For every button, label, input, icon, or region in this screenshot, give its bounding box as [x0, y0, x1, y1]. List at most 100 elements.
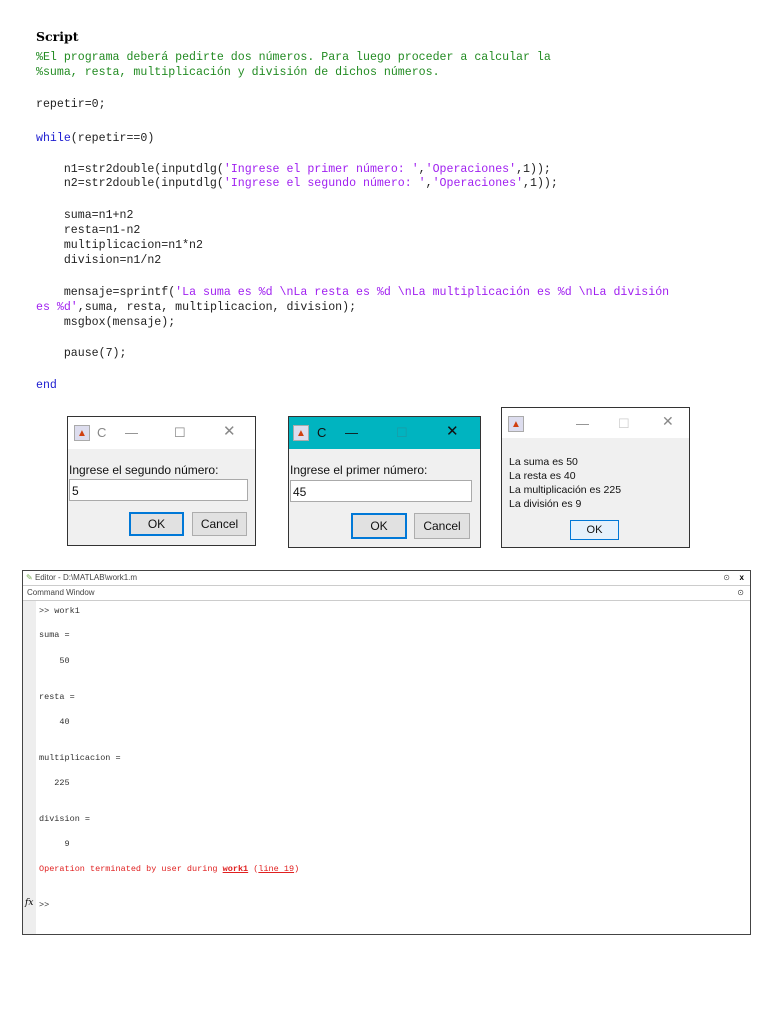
code-token: 'Ingrese el primer número: ' — [223, 163, 419, 176]
code-line: es %d',suma, resta, multiplicacion, divi… — [36, 301, 356, 314]
code-token: suma=n1+n2 — [36, 209, 134, 222]
title-bar[interactable]: ▲ C — ☐ ✕ — [68, 417, 255, 449]
code-token: msgbox(mensaje); — [36, 316, 176, 329]
code-line: division=n1/n2 — [36, 254, 161, 267]
result-line: La división es 9 — [509, 498, 582, 510]
code-line: while(repetir==0) — [36, 132, 154, 145]
code-token: division=n1/n2 — [36, 254, 162, 267]
code-token: resta=n1-n2 — [36, 224, 141, 237]
minimize-icon[interactable]: — — [576, 416, 589, 431]
message-box: ▲ — ☐ ✕ La suma es 50 La resta es 40 La … — [501, 407, 690, 548]
code-token: n1=str2double(inputdlg( — [36, 163, 224, 176]
ok-button[interactable]: OK — [351, 513, 407, 539]
code-line: %El programa deberá pedirte dos números.… — [36, 51, 551, 64]
prompt-label: Ingrese el segundo número: — [69, 463, 219, 477]
code-token: multiplicacion=n1*n2 — [36, 239, 203, 252]
matlab-icon: ▲ — [508, 416, 524, 432]
close-button[interactable]: x — [740, 571, 744, 585]
maximize-icon[interactable]: ☐ — [174, 425, 186, 441]
code-line: mensaje=sprintf('La suma es %d \nLa rest… — [36, 286, 669, 299]
panel-title: Command Window — [27, 588, 95, 597]
output-line: 9 — [39, 839, 70, 849]
input-dialog-second: ▲ C — ☐ ✕ Ingrese el segundo número: 5 O… — [67, 416, 256, 546]
fx-icon[interactable]: fx — [25, 898, 33, 908]
heading: Script — [36, 29, 79, 44]
output-line: 40 — [39, 717, 70, 727]
code-token: %suma, resta, multiplicación y división … — [36, 66, 440, 79]
code-line: %suma, resta, multiplicación y división … — [36, 66, 440, 79]
input-dialog-first: ▲ C — ☐ ✕ Ingrese el primer número: 45 O… — [288, 416, 481, 548]
code-token: while — [36, 132, 71, 145]
gutter — [23, 601, 36, 934]
code-line: n2=str2double(inputdlg('Ingrese el segun… — [36, 177, 558, 190]
code-token: 'La suma es %d \nLa resta es %d \nLa mul… — [175, 286, 670, 299]
number-input[interactable]: 5 — [69, 479, 248, 501]
error-text: ( — [248, 864, 259, 874]
result-line: La multiplicación es 225 — [509, 484, 622, 496]
ok-button[interactable]: OK — [129, 512, 184, 536]
result-text: La suma es 50 La resta es 40 La multipli… — [509, 455, 621, 511]
code-token: es %d' — [36, 301, 78, 314]
matlab-icon: ▲ — [293, 425, 309, 441]
result-line: La suma es 50 — [509, 456, 578, 468]
code-line: n1=str2double(inputdlg('Ingrese el prime… — [36, 163, 551, 176]
result-line: La resta es 40 — [509, 470, 576, 482]
title-bar[interactable]: ▲ — ☐ ✕ — [502, 408, 689, 438]
title-bar[interactable]: ▲ C — ☐ ✕ — [289, 417, 480, 449]
prompt-label: Ingrese el primer número: — [290, 463, 428, 477]
code-token: %El programa deberá pedirte dos números.… — [36, 51, 551, 64]
code-token: n2=str2double(inputdlg( — [36, 177, 224, 190]
dialog-title: C — [97, 425, 107, 440]
command-window: ✎ Editor - D:\MATLAB\work1.m ⊙ x Command… — [22, 570, 751, 935]
code-token: ,1)); — [523, 177, 558, 190]
options-icon[interactable]: ⊙ — [737, 586, 744, 600]
command-prompt[interactable]: >> — [39, 900, 49, 910]
code-line: pause(7); — [36, 347, 127, 360]
output-line: division = — [39, 814, 91, 824]
code-token: end — [36, 379, 57, 392]
code-token: mensaje=sprintf( — [36, 286, 176, 299]
close-icon[interactable]: ✕ — [446, 422, 459, 440]
number-input[interactable]: 45 — [290, 480, 472, 502]
code-line: multiplicacion=n1*n2 — [36, 239, 203, 252]
cancel-button[interactable]: Cancel — [192, 512, 247, 536]
code-token: pause(7); — [36, 347, 127, 360]
matlab-icon: ▲ — [74, 425, 90, 441]
error-message: Operation terminated by user during work… — [39, 864, 299, 874]
close-icon[interactable]: ✕ — [223, 422, 236, 440]
code-line: repetir=0; — [36, 98, 106, 111]
error-text: Operation terminated by user during — [39, 864, 223, 874]
code-token: repetir=0; — [36, 98, 106, 111]
code-token: 'Operaciones' — [425, 163, 517, 176]
ok-button[interactable]: OK — [570, 520, 619, 540]
output-line: 50 — [39, 656, 70, 666]
code-token: , — [425, 177, 433, 190]
options-icon[interactable]: ⊙ — [723, 571, 730, 585]
code-line: msgbox(mensaje); — [36, 316, 175, 329]
code-line: end — [36, 379, 57, 392]
code-token: 'Operaciones' — [432, 177, 524, 190]
editor-title[interactable]: Editor - D:\MATLAB\work1.m — [35, 573, 137, 582]
editor-bar: ✎ Editor - D:\MATLAB\work1.m ⊙ x — [23, 571, 750, 586]
code-token: ,1)); — [516, 163, 551, 176]
code-token: , — [418, 163, 426, 176]
close-icon[interactable]: ✕ — [662, 413, 674, 430]
minimize-icon[interactable]: — — [345, 425, 358, 440]
code-token: (repetir==0) — [70, 132, 155, 145]
code-token: 'Ingrese el segundo número: ' — [223, 177, 426, 190]
minimize-icon[interactable]: — — [125, 425, 138, 440]
output-line: resta = — [39, 692, 75, 702]
code-token: ,suma, resta, multiplicacion, division); — [77, 301, 357, 314]
work1-link[interactable]: work1 — [223, 864, 249, 874]
output-line: 225 — [39, 778, 70, 788]
dialog-title: C — [317, 425, 327, 440]
output-line: >> work1 — [39, 606, 80, 616]
cancel-button[interactable]: Cancel — [414, 513, 470, 539]
error-text: ) — [294, 864, 300, 874]
code-line: suma=n1+n2 — [36, 209, 134, 222]
maximize-icon[interactable]: ☐ — [618, 416, 630, 432]
line-link[interactable]: line 19 — [258, 864, 294, 874]
output-line: suma = — [39, 630, 70, 640]
maximize-icon[interactable]: ☐ — [396, 425, 408, 441]
code-line: resta=n1-n2 — [36, 224, 141, 237]
